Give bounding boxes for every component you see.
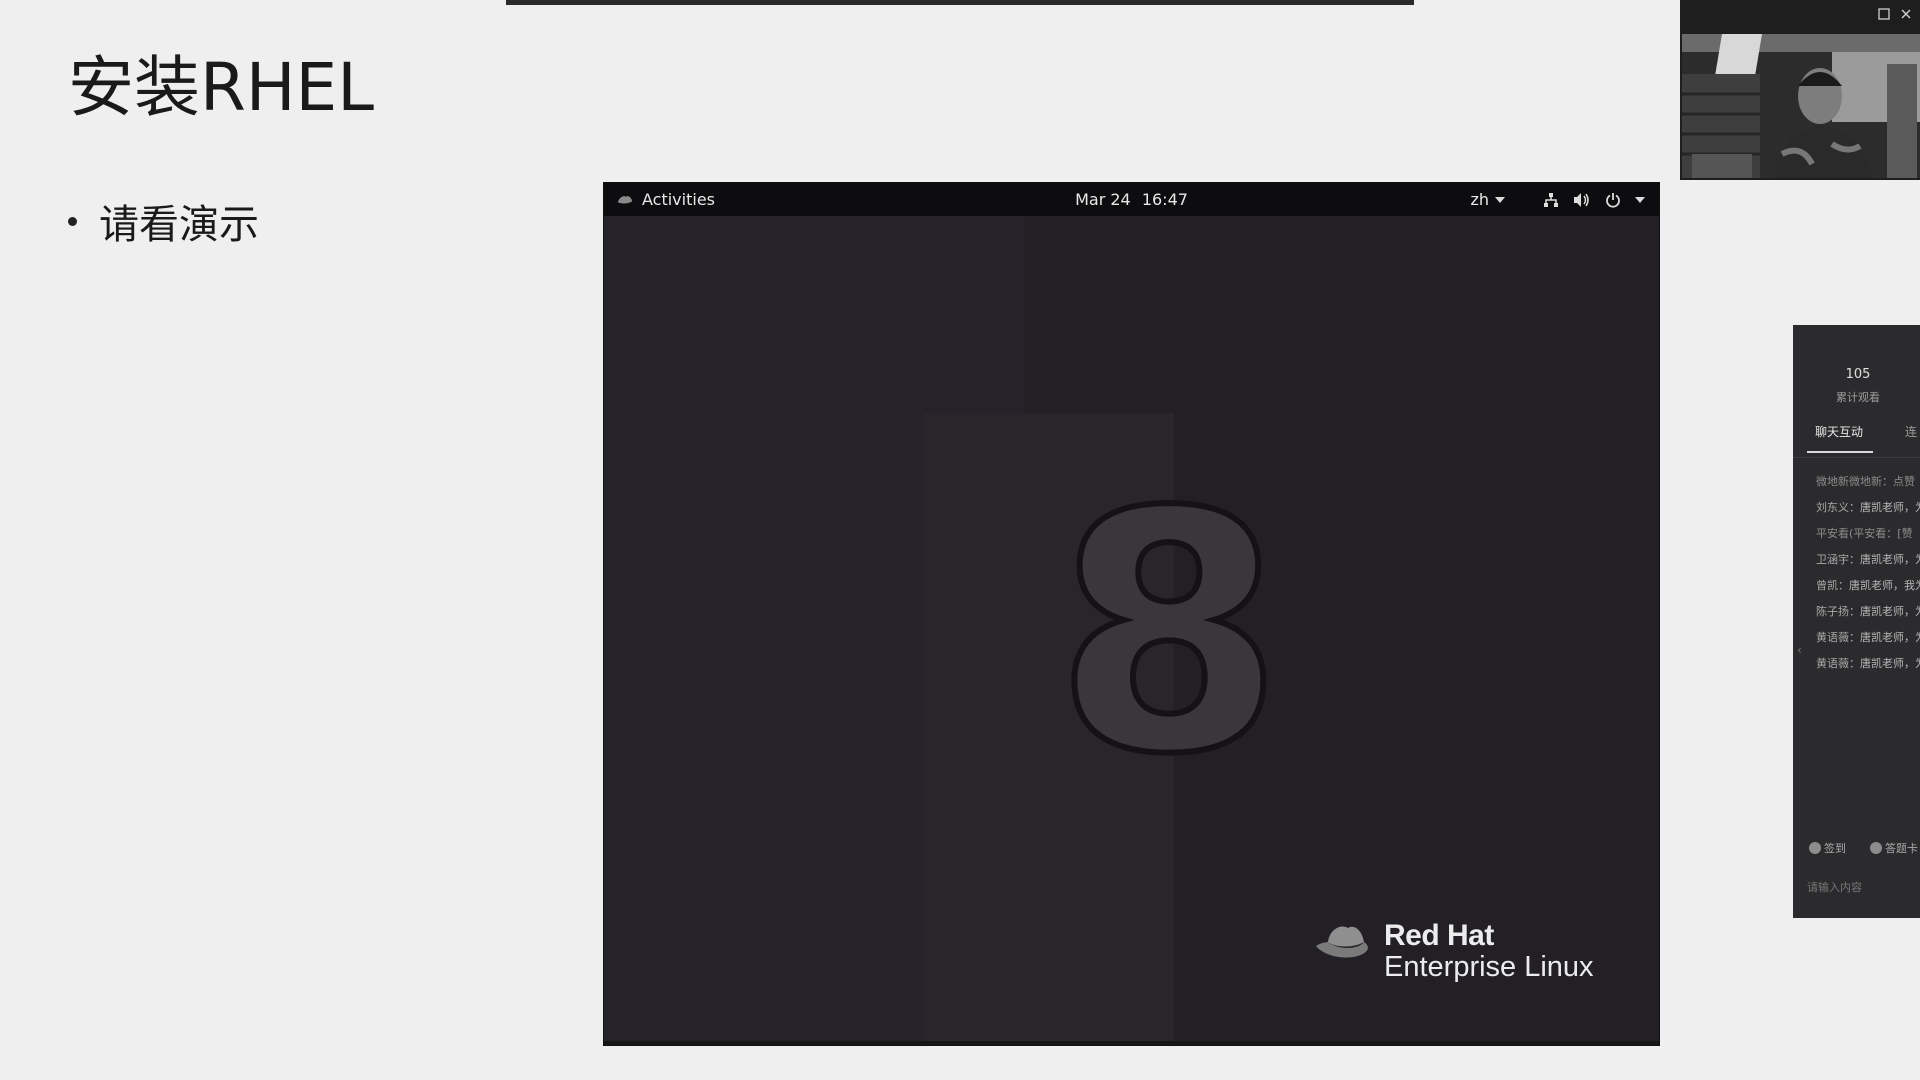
chat-message: 曾凯：唐凯老师，我为你点赞! (1816, 577, 1920, 594)
vm-screen[interactable]: Activities Mar 24 16:47 zh 8 Red Hat Ent… (604, 183, 1659, 1045)
chat-author: 曾凯： (1816, 579, 1849, 592)
network-icon[interactable] (1543, 192, 1559, 208)
close-icon[interactable] (1900, 8, 1912, 20)
chat-text: 唐凯老师，为你点赞! (1860, 605, 1920, 618)
chevron-left-icon[interactable]: ‹ (1797, 643, 1802, 657)
chat-message: 平安看(平安看：[赞 (1816, 527, 1913, 540)
bullet-dot (68, 216, 77, 226)
checkin-button[interactable]: 签到 (1809, 840, 1846, 856)
checkin-icon (1809, 842, 1821, 854)
red-hat-wordmark: Red Hat Enterprise Linux (1384, 920, 1594, 982)
wallpaper-number-text: 8 (1054, 448, 1284, 778)
volume-icon[interactable] (1573, 192, 1591, 208)
chat-text: 唐凯老师，为你点赞! (1860, 553, 1920, 566)
chevron-down-icon[interactable] (1635, 196, 1645, 203)
power-icon[interactable] (1605, 192, 1621, 208)
language-selector[interactable]: zh (1470, 190, 1505, 209)
answer-card-icon (1870, 842, 1882, 854)
webcam-window[interactable] (1680, 0, 1920, 180)
brand-line-1: Red Hat (1384, 919, 1494, 952)
chat-message: 陈子扬：唐凯老师，为你点赞! (1816, 603, 1920, 620)
chat-text: 唐凯老师，为你点赞! (1860, 657, 1920, 670)
chat-message: 卫涵宇：唐凯老师，为你点赞! (1816, 551, 1920, 568)
tab-second[interactable]: 连 (1905, 423, 1917, 440)
clock-date: Mar 24 (1075, 190, 1131, 209)
red-hat-enterprise-linux-logo: Red Hat Enterprise Linux (1314, 920, 1594, 982)
chevron-down-icon (1495, 196, 1505, 203)
chat-tabs: 聊天互动 连 (1793, 423, 1920, 458)
tab-chat[interactable]: 聊天互动 (1806, 423, 1874, 453)
window-top-strip (506, 0, 1414, 5)
chat-text: 唐凯老师，为你点赞! (1860, 501, 1920, 514)
gnome-top-bar: Activities Mar 24 16:47 zh (604, 183, 1659, 216)
answer-card-button[interactable]: 答题卡 (1870, 840, 1918, 856)
chat-text: 唐凯老师，我为你点赞! (1849, 579, 1920, 592)
answer-card-label: 答题卡 (1885, 842, 1918, 855)
chat-author: 卫涵宇： (1816, 553, 1860, 566)
chat-author: 黄语薇： (1816, 657, 1860, 670)
red-hat-logo-icon (1316, 926, 1368, 958)
slide-title: 安装RHEL (68, 49, 374, 126)
chat-input[interactable]: 请输入内容 (1807, 879, 1862, 895)
live-chat-panel: 105 累计观看 聊天互动 连 ‹ 微地新微地新：点赞 刘东义：唐凯老师，为你点… (1793, 325, 1920, 918)
viewer-count-label: 累计观看 (1836, 391, 1880, 404)
chat-message: 微地新微地新：点赞 (1816, 475, 1915, 488)
brand-line-2: Enterprise Linux (1384, 950, 1594, 983)
viewer-count: 105 (1845, 367, 1871, 382)
maximize-icon[interactable] (1878, 8, 1890, 20)
chat-author: 刘东义： (1816, 501, 1860, 514)
language-label: zh (1470, 190, 1489, 209)
bullet-text: 请看演示 (99, 202, 259, 248)
chat-author: 黄语薇： (1816, 631, 1860, 644)
clock-time: 16:47 (1141, 190, 1188, 209)
chat-messages: 微地新微地新：点赞 刘东义：唐凯老师，为你点赞! 平安看(平安看：[赞 卫涵宇：… (1816, 473, 1920, 681)
chat-message: 黄语薇：唐凯老师，为你点赞! (1816, 655, 1920, 672)
chat-message: 刘东义：唐凯老师，为你点赞! (1816, 499, 1920, 516)
checkin-label: 签到 (1824, 842, 1846, 855)
chat-actions: 签到 答题卡 (1809, 840, 1918, 856)
system-tray[interactable]: zh (1470, 183, 1645, 216)
bullet-item: 请看演示 (68, 192, 259, 250)
chat-text: 唐凯老师，为你点赞! (1860, 631, 1920, 644)
webcam-titlebar (1680, 0, 1920, 28)
rhel-8-wallpaper-number: 8 (1051, 448, 1287, 778)
chat-author: 陈子扬： (1816, 605, 1860, 618)
webcam-video (1682, 34, 1920, 178)
chat-message: 黄语薇：唐凯老师，为你点赞! (1816, 629, 1920, 646)
